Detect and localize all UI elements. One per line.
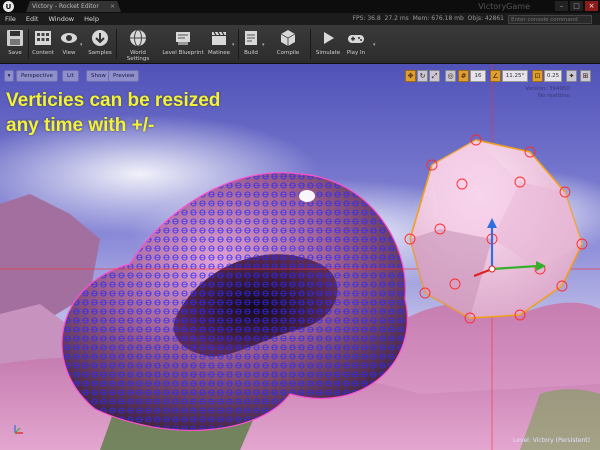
toolbar-divider bbox=[116, 29, 117, 59]
level-blueprint-button[interactable]: Level Blueprint bbox=[161, 27, 205, 61]
viewport-info: Version: 394950 No realtime bbox=[525, 86, 570, 100]
content-browser-icon bbox=[35, 31, 51, 45]
level-blueprint-label: Level Blueprint bbox=[162, 50, 204, 56]
compile-label: Compile bbox=[276, 50, 300, 56]
view-label: View bbox=[62, 50, 76, 56]
content-button[interactable]: Content bbox=[30, 27, 56, 61]
caption-line-2: any time with +/- bbox=[6, 115, 155, 136]
grid-snap-icon[interactable]: # bbox=[458, 70, 469, 82]
window-controls: – □ × bbox=[555, 1, 598, 11]
globe-icon bbox=[130, 29, 146, 47]
lit-button[interactable]: Lit bbox=[62, 70, 79, 82]
title-bar: U Victory - Rocket Editor × VictoryGame … bbox=[0, 0, 600, 13]
world-local-icon[interactable]: ◎ bbox=[445, 70, 456, 82]
viewport-info-line1: Version: 394950 bbox=[525, 86, 570, 92]
unreal-logo-icon: U bbox=[3, 1, 14, 12]
view-button[interactable]: View bbox=[58, 27, 80, 61]
clapperboard-icon bbox=[212, 31, 226, 45]
close-icon[interactable]: × bbox=[585, 1, 598, 11]
rotate-mode-icon[interactable]: ↻ bbox=[417, 70, 428, 82]
save-label: Save bbox=[8, 50, 22, 56]
save-icon bbox=[7, 30, 23, 46]
viewport-info-line2: No realtime bbox=[537, 93, 570, 99]
maximize-icon[interactable]: □ bbox=[570, 1, 583, 11]
ms-stat: 27.2 ms bbox=[384, 15, 409, 22]
viewport-toolbar: ▾ Perspective Lit Show Preview ✥ ↻ ⤢ ◎ #… bbox=[0, 70, 600, 84]
rotation-snap-text: 11.25° bbox=[505, 73, 525, 79]
rotation-snap-value[interactable]: 11.25° bbox=[502, 70, 528, 82]
save-button[interactable]: Save bbox=[4, 27, 26, 61]
document-tab-label: Victory - Rocket Editor bbox=[32, 3, 99, 10]
minimize-icon[interactable]: – bbox=[555, 1, 568, 11]
lit-label: Lit bbox=[67, 73, 74, 79]
fps-stat: FPS: 36.8 bbox=[352, 15, 381, 22]
show-label: Show bbox=[91, 73, 106, 79]
preview-button[interactable]: Preview bbox=[108, 70, 140, 82]
menu-window[interactable]: Window bbox=[43, 13, 79, 25]
tab-close-icon[interactable]: × bbox=[110, 1, 115, 12]
blueprint-icon bbox=[176, 32, 190, 45]
simulate-label: Simulate bbox=[315, 50, 341, 56]
camera-speed-icon[interactable]: ✦ bbox=[566, 70, 577, 82]
gamepad-icon bbox=[348, 35, 364, 43]
play-in-label: Play In bbox=[346, 50, 366, 56]
build-label: Build bbox=[244, 50, 258, 56]
matinee-label: Matinee bbox=[207, 50, 231, 56]
objs-stat: Objs: 42861 bbox=[467, 15, 504, 22]
compile-button[interactable]: Compile bbox=[274, 27, 302, 61]
level-label: Level: Victory (Persistent) bbox=[512, 437, 590, 444]
project-name: VictoryGame bbox=[478, 2, 530, 11]
menu-edit[interactable]: Edit bbox=[21, 13, 44, 25]
matinee-button[interactable]: Matinee bbox=[206, 27, 232, 61]
perf-stats: FPS: 36.8 27.2 ms Mem: 676.18 mb Objs: 4… bbox=[353, 13, 504, 25]
scale-mode-icon[interactable]: ⤢ bbox=[429, 70, 440, 82]
caption-line-1: Verticies can be resized bbox=[6, 90, 221, 111]
grid-snap-text: 16 bbox=[474, 73, 482, 79]
axis-indicator-icon bbox=[14, 425, 23, 434]
mem-stat: Mem: 676.18 mb bbox=[412, 15, 464, 22]
download-icon bbox=[92, 30, 108, 46]
rotation-snap-icon[interactable]: ∠ bbox=[490, 70, 501, 82]
menu-bar: File Edit Window Help FPS: 36.8 27.2 ms … bbox=[0, 13, 600, 25]
toolbar-divider bbox=[238, 29, 239, 59]
perspective-label: Perspective bbox=[21, 73, 53, 79]
menu-file[interactable]: File bbox=[0, 13, 21, 25]
scale-snap-value[interactable]: 0.25 bbox=[544, 70, 562, 82]
matinee-dropdown-icon[interactable]: ▾ bbox=[232, 42, 235, 48]
play-icon bbox=[324, 32, 334, 44]
build-button[interactable]: Build bbox=[240, 27, 262, 61]
viewport-options-icon[interactable]: ▾ bbox=[4, 70, 14, 82]
main-toolbar: Save Content View ▾ Samples World Settin… bbox=[0, 25, 600, 64]
scale-snap-icon[interactable]: ⊡ bbox=[532, 70, 543, 82]
build-dropdown-icon[interactable]: ▾ bbox=[262, 42, 265, 48]
view-dropdown-icon[interactable]: ▾ bbox=[80, 42, 83, 48]
console-command-input[interactable] bbox=[508, 15, 592, 24]
translate-mode-icon[interactable]: ✥ bbox=[405, 70, 416, 82]
level-viewport[interactable]: ▾ Perspective Lit Show Preview ✥ ↻ ⤢ ◎ #… bbox=[0, 64, 600, 450]
play-in-button[interactable]: Play In bbox=[344, 27, 368, 61]
tutorial-caption: Verticies can be resized any time with +… bbox=[6, 88, 220, 138]
scale-snap-text: 0.25 bbox=[546, 73, 560, 79]
grid-snap-value[interactable]: 16 bbox=[470, 70, 486, 82]
simulate-button[interactable]: Simulate bbox=[314, 27, 342, 61]
world-settings-label: World Settings bbox=[126, 50, 150, 62]
document-tab[interactable]: Victory - Rocket Editor × bbox=[26, 1, 121, 12]
eye-icon bbox=[61, 33, 77, 43]
build-icon bbox=[245, 31, 257, 45]
samples-label: Samples bbox=[88, 50, 112, 56]
toolbar-divider bbox=[310, 29, 311, 59]
samples-button[interactable]: Samples bbox=[87, 27, 113, 61]
content-label: Content bbox=[32, 50, 54, 56]
menu-help[interactable]: Help bbox=[79, 13, 104, 25]
compile-icon bbox=[280, 30, 296, 46]
perspective-button[interactable]: Perspective bbox=[16, 70, 58, 82]
play-dropdown-icon[interactable]: ▾ bbox=[373, 42, 376, 48]
maximize-viewport-icon[interactable]: ⊞ bbox=[580, 70, 591, 82]
world-settings-button[interactable]: World Settings bbox=[118, 27, 158, 62]
preview-label: Preview bbox=[113, 73, 135, 79]
toolbar-divider bbox=[28, 29, 29, 59]
